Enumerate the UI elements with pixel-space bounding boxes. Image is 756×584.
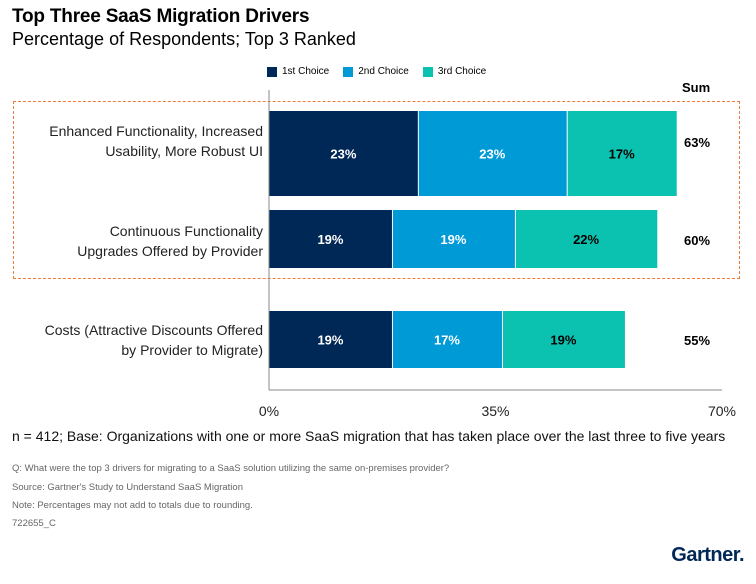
bar-value-label: 22%: [573, 232, 599, 247]
rounding-note: Note: Percentages may not add to totals …: [12, 500, 253, 511]
x-tick-label: 70%: [707, 403, 737, 419]
sum-label: 63%: [684, 135, 711, 150]
bar-value-label: 17%: [434, 333, 460, 348]
sum-label: 55%: [684, 333, 711, 348]
sum-label: 60%: [684, 233, 711, 248]
bars-group: 23% 23% 17% 19% 19% 22% 19% 17% 19%: [269, 111, 677, 368]
bar-value-label: 19%: [440, 232, 466, 247]
stacked-bar-chart: 23% 23% 17% 19% 19% 22% 19% 17% 19%: [268, 90, 722, 391]
x-tick-label: 35%: [481, 403, 510, 419]
bar-value-label: 19%: [317, 333, 343, 348]
bar-value-label: 23%: [479, 147, 505, 162]
bar-value-label: 17%: [609, 147, 635, 162]
sample-base-note: n = 412; Base: Organizations with one or…: [12, 428, 726, 444]
bar-value-label: 19%: [317, 232, 343, 247]
source-note: Source: Gartner's Study to Understand Sa…: [12, 482, 243, 493]
survey-question: Q: What were the top 3 drivers for migra…: [12, 463, 450, 474]
bar-value-label: 23%: [330, 147, 356, 162]
gartner-logo: Gartner.: [671, 544, 744, 566]
x-tick-label: 0%: [258, 403, 280, 419]
document-id: 722655_C: [12, 518, 56, 529]
bar-value-label: 19%: [550, 333, 576, 348]
